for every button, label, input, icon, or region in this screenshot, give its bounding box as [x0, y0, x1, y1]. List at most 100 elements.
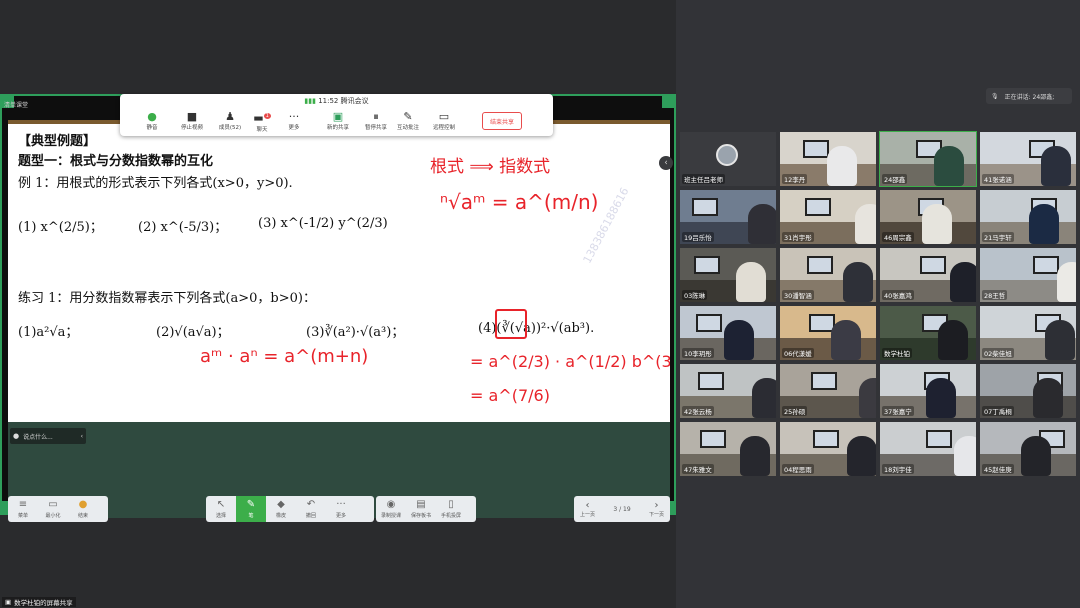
participant-name: 28王哲 [982, 290, 1008, 300]
participant-tile[interactable]: 46周宗鑫 [880, 190, 976, 244]
video-monitor [813, 430, 839, 448]
new-share-button[interactable]: ▣ 新的共享 [320, 110, 356, 131]
chat-icon: ▬ 1 [253, 111, 271, 125]
participant-name: 19吕乐怡 [682, 232, 714, 242]
video-person [724, 320, 754, 360]
board-left-toolbar: ≡ 菜单 ▭ 最小化 ● 结束 [8, 496, 108, 522]
select-tool[interactable]: ↖ 选择 [206, 496, 236, 522]
sharer-label: ▣ 数学杜铂的屏幕共享 [2, 597, 76, 607]
video-person [855, 204, 876, 244]
page-indicator: 3 / 19 [613, 505, 631, 513]
video-person [748, 204, 776, 244]
ink-annotation: ⁿ√aᵐ = a^(m/n) [440, 190, 599, 214]
participant-tile[interactable]: 02柴佳旭 [980, 306, 1076, 360]
stop-video-button[interactable]: ■ 停止视频 [174, 110, 210, 131]
record-button[interactable]: ◉ 录制授课 [376, 496, 406, 522]
slide-canvas[interactable]: 【典型例题】 题型一：根式与分数指数幂的互化 例 1：用根式的形式表示下列各式(… [8, 124, 670, 422]
more-tool[interactable]: ··· 更多 [326, 496, 356, 522]
participant-name: 41张诺涵 [982, 174, 1014, 184]
participant-name: 46周宗鑫 [882, 232, 914, 242]
participant-tile[interactable]: 04程思雨 [780, 422, 876, 476]
participant-tile[interactable]: 30潘智涵 [780, 248, 876, 302]
meeting-time: 11:52 [318, 97, 339, 105]
avatar [716, 144, 738, 166]
more-button[interactable]: ··· 更多 [276, 110, 312, 131]
video-person [831, 320, 861, 360]
collapse-panel-button[interactable]: ‹ [659, 156, 673, 170]
participant-tile[interactable]: 18刘宇佳 [880, 422, 976, 476]
participant-name: 03陈琳 [682, 290, 708, 300]
participant-tile[interactable]: 班主任吕老师 [680, 132, 776, 186]
video-person [1033, 378, 1063, 418]
pause-share-button[interactable]: ⏸ 暂停共享 [358, 110, 394, 131]
shared-screen-frame: 清单课堂 【典型例题】 题型一：根式与分数指数幂的互化 例 1：用根式的形式表示… [0, 94, 676, 522]
chat-button[interactable]: ▬ 1 聊天 [244, 110, 280, 133]
participant-name: 30潘智涵 [782, 290, 814, 300]
video-monitor [700, 430, 726, 448]
participant-tile[interactable]: 40张嘉鸿 [880, 248, 976, 302]
video-person [859, 378, 876, 418]
participant-tile[interactable]: 45赵佳庚 [980, 422, 1076, 476]
participant-tile[interactable]: 07丁禹桐 [980, 364, 1076, 418]
video-person [938, 320, 968, 360]
video-person [1041, 146, 1071, 186]
end-share-button[interactable]: 结束共享 [482, 112, 522, 130]
video-monitor [698, 372, 724, 390]
undo-icon: ↶ [306, 498, 316, 510]
pen-tool[interactable]: ✎ 笔 [236, 496, 266, 522]
prev-page-button[interactable]: ‹ 上一页 [580, 500, 595, 518]
participant-tile[interactable]: 42张云杨 [680, 364, 776, 418]
participant-name: 31肖宇彤 [782, 232, 814, 242]
speaking-indicator: 🎙 正在讲话: 24邵鑫; [986, 88, 1072, 104]
chat-input[interactable]: ● 说点什么... ‹ [10, 428, 86, 444]
remote-control-button[interactable]: ▭ 远程控制 [426, 110, 462, 131]
video-person [1029, 204, 1059, 244]
end-button[interactable]: ● 结束 [68, 496, 98, 522]
video-monitor [805, 198, 831, 216]
participant-tile[interactable]: 12李丹 [780, 132, 876, 186]
chevron-left-icon: ‹ [664, 158, 668, 168]
participant-tile[interactable]: 47朱雅文 [680, 422, 776, 476]
participant-tile[interactable]: 24邵鑫 [879, 131, 977, 187]
participant-tile[interactable]: 数学杜铂 [880, 306, 976, 360]
save-icon: ▤ [416, 498, 426, 510]
eraser-tool[interactable]: ◆ 橡皮 [266, 496, 296, 522]
eraser-icon: ◆ [277, 498, 285, 510]
participant-tile[interactable]: 25孙硕 [780, 364, 876, 418]
participant-tile[interactable]: 31肖宇彤 [780, 190, 876, 244]
members-button[interactable]: ♟ 成员(52) [212, 110, 248, 131]
participant-tile[interactable]: 41张诺涵 [980, 132, 1076, 186]
video-monitor [803, 140, 829, 158]
participant-tile[interactable]: 37张嘉宁 [880, 364, 976, 418]
menu-button[interactable]: ≡ 菜单 [8, 496, 38, 522]
undo-tool[interactable]: ↶ 撤回 [296, 496, 326, 522]
video-person [1057, 262, 1076, 302]
video-monitor [692, 198, 718, 216]
participant-tile[interactable]: 10李玥彤 [680, 306, 776, 360]
minimize-icon: ▭ [48, 498, 58, 510]
meeting-status: ▮▮▮ 11:52 腾讯会议 [120, 96, 553, 106]
next-page-button[interactable]: › 下一页 [649, 500, 664, 518]
remote-control-icon: ▭ [438, 110, 450, 123]
annotate-icon: ✎ [403, 110, 413, 123]
example-item: (2) x^(-5/3)； [138, 220, 228, 235]
save-board-button[interactable]: ▤ 保存板书 [406, 496, 436, 522]
participant-tile[interactable]: 03陈琳 [680, 248, 776, 302]
participant-tile[interactable]: 28王哲 [980, 248, 1076, 302]
mute-button[interactable]: ● 静音 [134, 110, 170, 131]
participant-name: 40张嘉鸿 [882, 290, 914, 300]
participant-tile[interactable]: 06代漾媛 [780, 306, 876, 360]
chevron-left-icon: ‹ [585, 500, 590, 511]
cursor-icon: ↖ [216, 498, 226, 510]
annotate-button[interactable]: ✎ 互动批注 [390, 110, 426, 131]
practice-item: (3)∛(a²)·√(a³)； [306, 325, 405, 340]
phone-cast-button[interactable]: ▯ 手机投屏 [436, 496, 466, 522]
microphone-icon: ● [147, 110, 157, 123]
minimize-button[interactable]: ▭ 最小化 [38, 496, 68, 522]
collapse-icon[interactable]: ‹ [81, 433, 83, 440]
participant-name: 18刘宇佳 [882, 464, 914, 474]
participant-tile[interactable]: 19吕乐怡 [680, 190, 776, 244]
participant-tile[interactable]: 21马宇轩 [980, 190, 1076, 244]
video-person [847, 436, 876, 476]
video-person [843, 262, 873, 302]
